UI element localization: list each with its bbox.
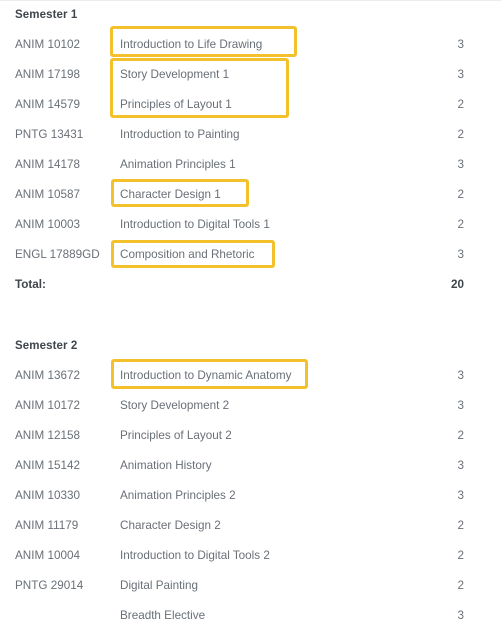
course-name[interactable]: Composition and Rhetoric [120, 240, 254, 270]
course-credits: 3 [457, 399, 464, 412]
table-row[interactable]: ANIM 10102 Introduction to Life Drawing … [0, 30, 501, 60]
course-credits: 3 [457, 68, 464, 81]
table-row[interactable]: ANIM 12158 Principles of Layout 2 2 [0, 421, 501, 451]
semester-1-block: Semester 1 ANIM 10102 Introduction to Li… [0, 0, 501, 300]
course-credits: 2 [457, 519, 464, 532]
course-name[interactable]: Introduction to Digital Tools 2 [120, 541, 270, 571]
course-code: ANIM 10003 [15, 218, 80, 231]
course-credits: 2 [457, 128, 464, 141]
course-name[interactable]: Animation Principles 2 [120, 481, 236, 511]
table-row[interactable]: PNTG 13431 Introduction to Painting 2 [0, 120, 501, 150]
table-row[interactable]: ANIM 10172 Story Development 2 3 [0, 391, 501, 421]
course-credits: 3 [457, 489, 464, 502]
table-row[interactable]: Breadth Elective 3 [0, 601, 501, 631]
course-name[interactable]: Animation Principles 1 [120, 150, 236, 180]
course-code: ANIM 10102 [15, 38, 80, 51]
curriculum-page: Semester 1 ANIM 10102 Introduction to Li… [0, 0, 501, 628]
course-code: ANIM 10172 [15, 399, 80, 412]
course-name[interactable]: Principles of Layout 2 [120, 421, 232, 451]
table-row[interactable]: ANIM 17198 Story Development 1 3 [0, 60, 501, 90]
total-credits: 20 [450, 278, 464, 291]
course-name[interactable]: Digital Painting [120, 571, 198, 601]
course-name[interactable]: Character Design 1 [120, 180, 221, 210]
table-row[interactable]: ANIM 10587 Character Design 1 2 [0, 180, 501, 210]
course-code: ANIM 17198 [15, 68, 80, 81]
course-name[interactable]: Principles of Layout 1 [120, 90, 232, 120]
course-name[interactable]: Introduction to Painting [120, 120, 240, 150]
table-row[interactable]: PNTG 29014 Digital Painting 2 [0, 571, 501, 601]
course-code: ANIM 10587 [15, 188, 80, 201]
course-name[interactable]: Introduction to Digital Tools 1 [120, 210, 270, 240]
course-code: ANIM 14579 [15, 98, 80, 111]
table-row[interactable]: ANIM 14579 Principles of Layout 1 2 [0, 90, 501, 120]
course-code: ANIM 11179 [15, 519, 79, 532]
table-row[interactable]: ANIM 10003 Introduction to Digital Tools… [0, 210, 501, 240]
course-code: PNTG 13431 [15, 128, 84, 141]
course-credits: 2 [457, 579, 464, 592]
course-code: ANIM 14178 [15, 158, 80, 171]
course-name[interactable]: Character Design 2 [120, 511, 221, 541]
table-row[interactable]: ANIM 11179 Character Design 2 2 [0, 511, 501, 541]
semester-1-heading: Semester 1 [15, 9, 78, 21]
course-code: ANIM 10004 [15, 549, 80, 562]
course-credits: 2 [457, 549, 464, 562]
table-row[interactable]: ANIM 13672 Introduction to Dynamic Anato… [0, 361, 501, 391]
course-code: ANIM 12158 [15, 429, 80, 442]
course-code: PNTG 29014 [15, 579, 84, 592]
course-code: ANIM 10330 [15, 489, 80, 502]
semester-1-total-row: Total: 20 [0, 270, 501, 300]
total-label: Total: [15, 278, 46, 291]
semester-2-block: Semester 2 ANIM 13672 Introduction to Dy… [0, 331, 501, 631]
course-name[interactable]: Introduction to Dynamic Anatomy [120, 361, 292, 391]
course-credits: 3 [457, 158, 464, 171]
course-credits: 3 [457, 38, 464, 51]
course-credits: 3 [457, 369, 464, 382]
course-code: ANIM 13672 [15, 369, 80, 382]
semester-2-heading: Semester 2 [15, 340, 78, 352]
course-name[interactable]: Introduction to Life Drawing [120, 30, 262, 60]
course-credits: 3 [457, 248, 464, 261]
course-code: ANIM 15142 [15, 459, 80, 472]
course-credits: 2 [457, 429, 464, 442]
table-row[interactable]: ANIM 15142 Animation History 3 [0, 451, 501, 481]
table-row[interactable]: ENGL 17889GD Composition and Rhetoric 3 [0, 240, 501, 270]
course-credits: 2 [457, 218, 464, 231]
course-credits: 2 [457, 98, 464, 111]
course-name[interactable]: Story Development 1 [120, 60, 229, 90]
table-row[interactable]: ANIM 14178 Animation Principles 1 3 [0, 150, 501, 180]
course-name[interactable]: Breadth Elective [120, 601, 205, 631]
table-row[interactable]: ANIM 10004 Introduction to Digital Tools… [0, 541, 501, 571]
course-credits: 2 [457, 188, 464, 201]
course-credits: 3 [457, 459, 464, 472]
course-name[interactable]: Animation History [120, 451, 212, 481]
course-name[interactable]: Story Development 2 [120, 391, 229, 421]
course-credits: 3 [457, 609, 464, 622]
table-row[interactable]: ANIM 10330 Animation Principles 2 3 [0, 481, 501, 511]
course-code: ENGL 17889GD [15, 248, 100, 261]
